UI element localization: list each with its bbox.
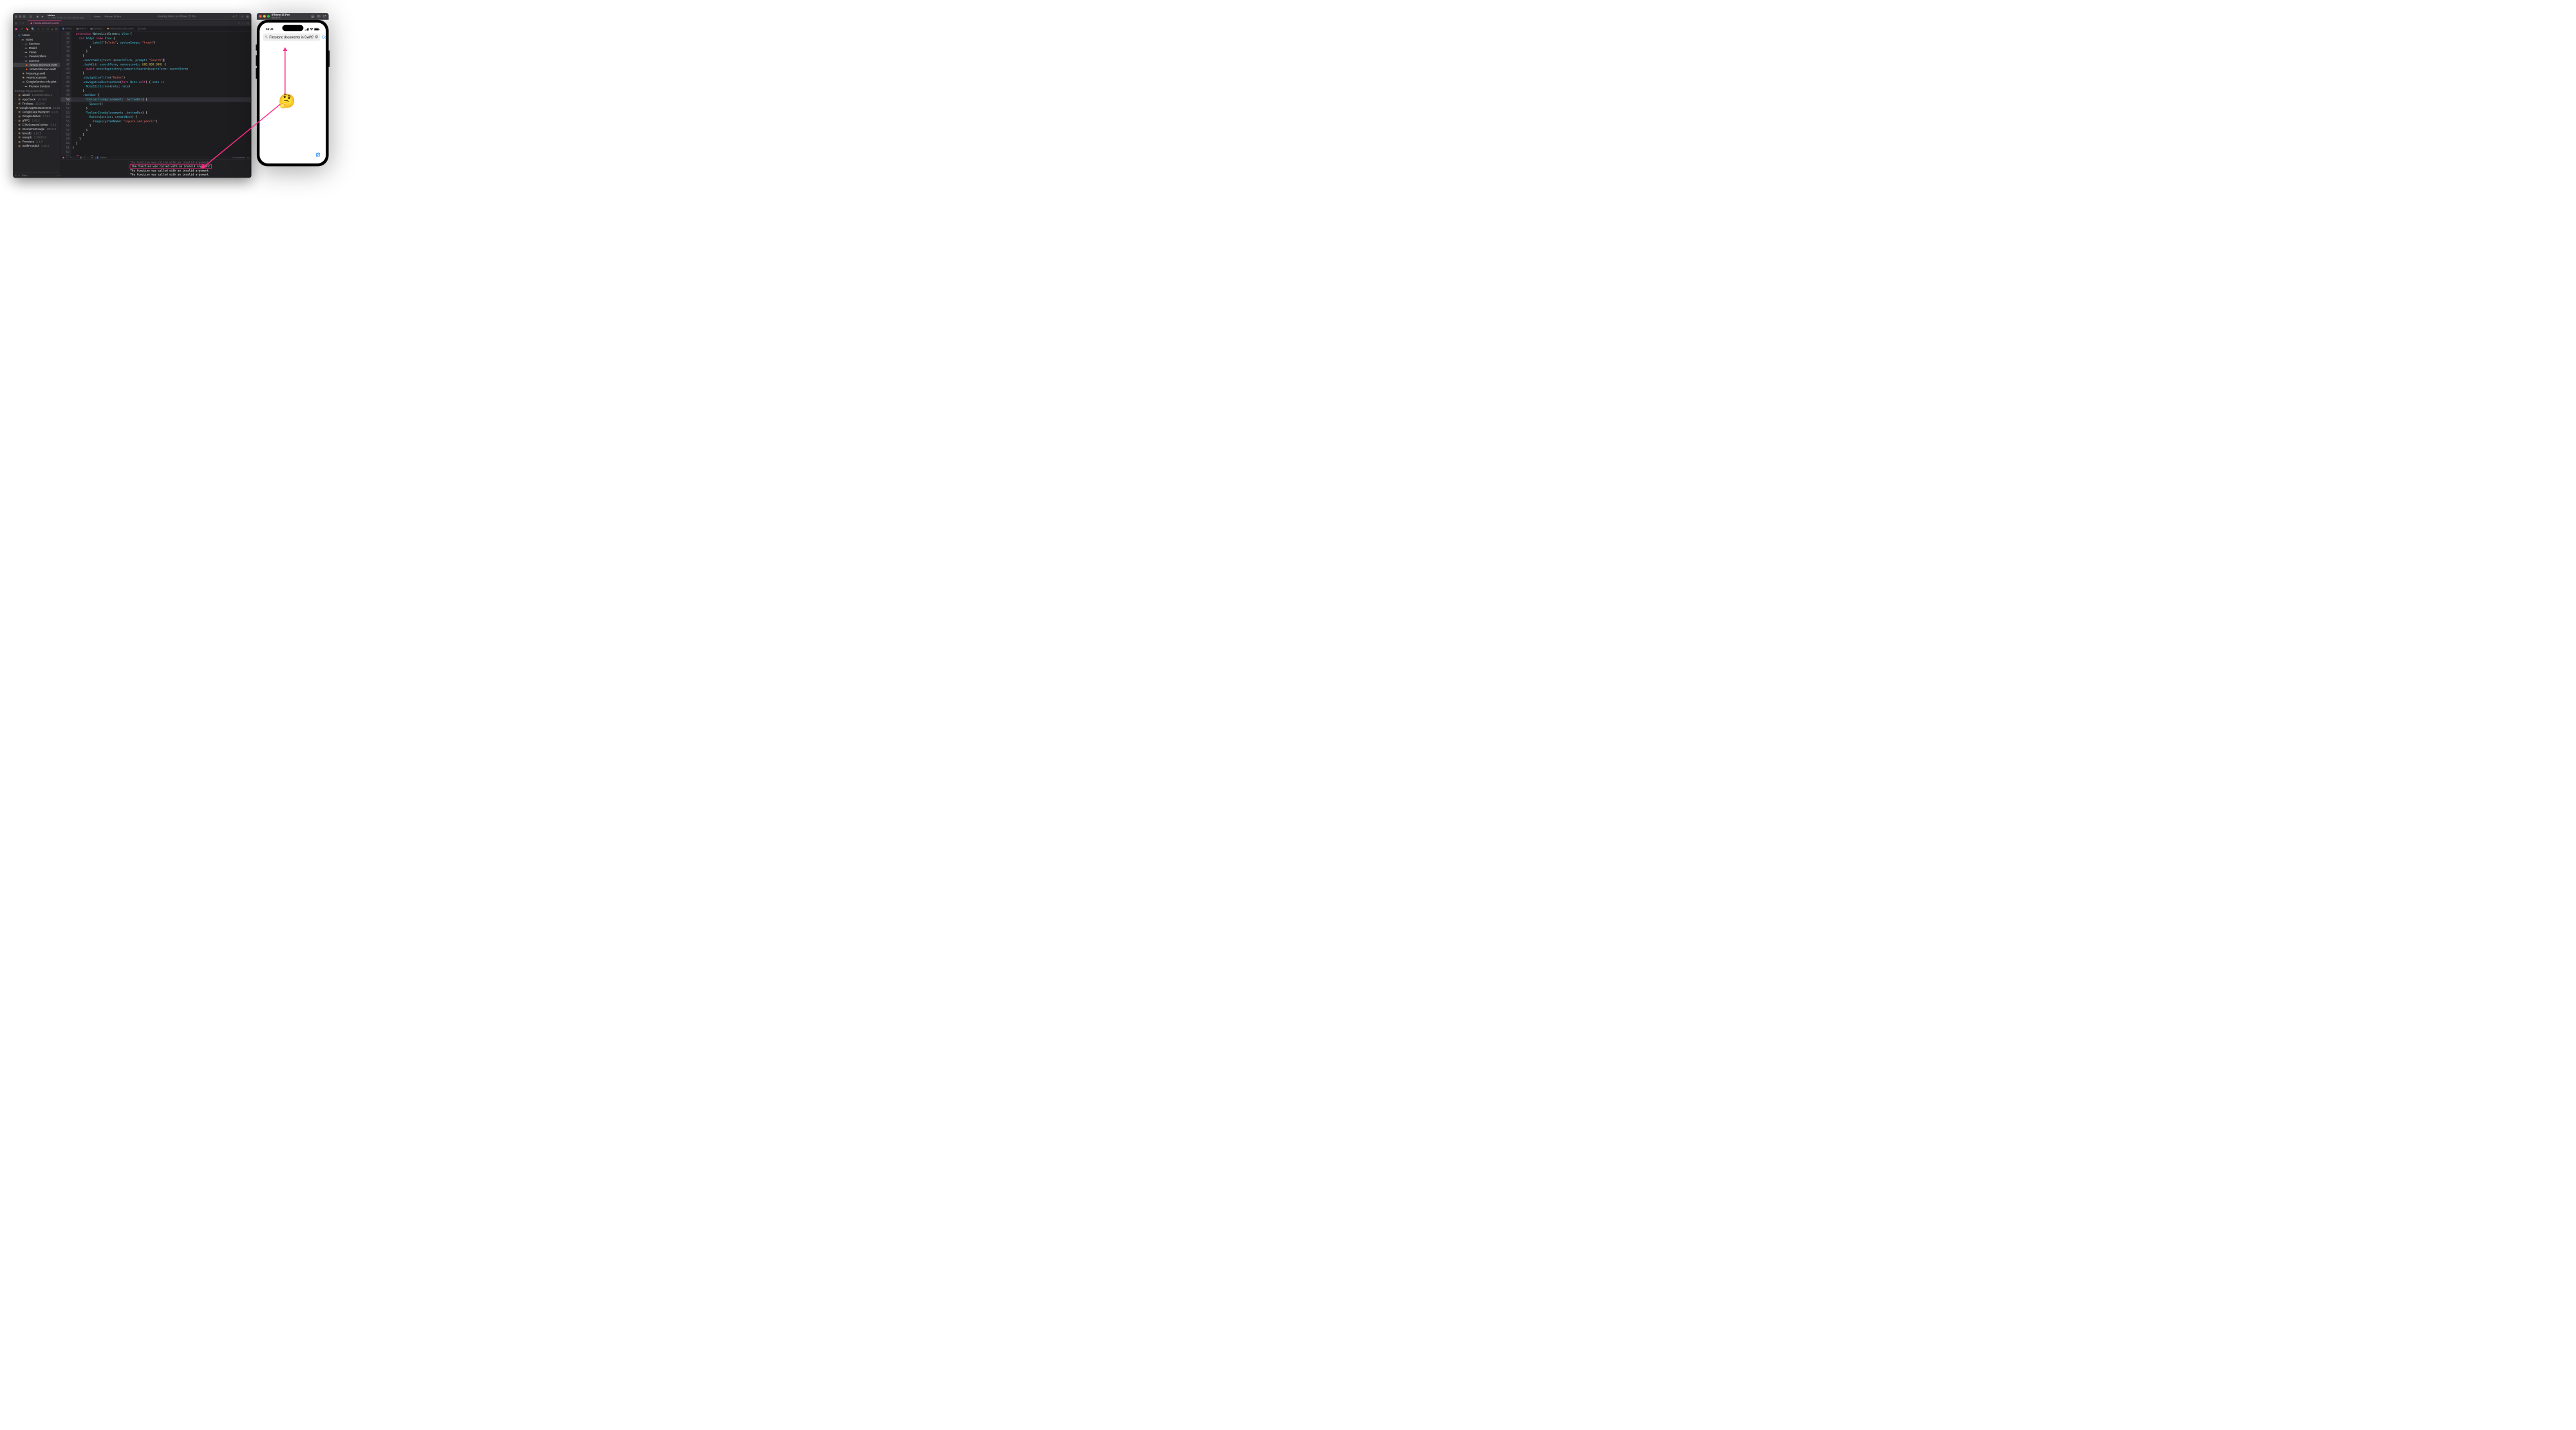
console-output[interactable]: The function was called with an invalid … bbox=[129, 159, 251, 177]
tab-bar: ▤ 〈 〉 ◆ NotesListScreen.swift ≡ ▭ ▯▯ bbox=[13, 20, 251, 26]
filter-icon[interactable]: ⌕ bbox=[19, 174, 20, 177]
window-zoom[interactable] bbox=[23, 15, 26, 18]
debug-footer: Auto⌵ ⌕ 👁 ▤ ⌕ 🗑 ▯ bbox=[61, 177, 251, 178]
debug-target[interactable]: Notes bbox=[100, 156, 107, 159]
stop-button[interactable]: ◼ bbox=[35, 15, 39, 18]
navigator-filter-input[interactable] bbox=[21, 174, 55, 177]
search-text: Firestone documents in Swift? bbox=[269, 35, 313, 39]
environment-overrides-icon[interactable]: ⛶ bbox=[88, 156, 89, 159]
cancel-button[interactable]: Cancel bbox=[322, 35, 326, 39]
toggle-breakpoints-icon[interactable]: ◆ bbox=[62, 156, 64, 159]
cellular-icon bbox=[305, 28, 309, 30]
scheme-selector[interactable]: Notes #1 • Add "Notes for iOS" sample ap… bbox=[48, 14, 90, 19]
package-item[interactable]: ›▦GTMSessionFetcher3.4.1 bbox=[13, 122, 61, 127]
side-button[interactable] bbox=[329, 50, 330, 67]
window-minimize[interactable] bbox=[263, 15, 266, 17]
dest-device[interactable]: iPhone 15 Pro bbox=[104, 15, 121, 18]
activity-text: Running Notes on iPhone 15 Pro bbox=[123, 15, 230, 17]
debug-view-hierarchy-icon[interactable]: ▦ bbox=[80, 156, 82, 159]
project-navigator-icon[interactable]: ▣ bbox=[15, 27, 17, 30]
simulator-window: iPhone 15 Pro iOS 17.4 09:41 bbox=[257, 13, 329, 166]
related-items-icon[interactable]: ▤ bbox=[15, 21, 17, 24]
search-field[interactable]: Firestone documents in Swift? bbox=[263, 33, 320, 41]
package-item[interactable]: ›▦GoogleDataTransport9.4.0 bbox=[13, 110, 61, 115]
console-line: The function was called with an invalid … bbox=[129, 172, 251, 176]
window-close[interactable] bbox=[259, 15, 262, 17]
add-target-button[interactable]: ＋ bbox=[14, 174, 17, 178]
compose-button[interactable] bbox=[315, 152, 321, 158]
window-close[interactable] bbox=[15, 15, 17, 18]
wifi-icon bbox=[310, 28, 313, 30]
project-tree[interactable]: ⌄◧Notes ⌄▬Notes ›▬Services ›▬Model ›▬Vie… bbox=[13, 32, 61, 173]
source-editor: ◧ Notes〉 ▬ Notes〉 ▬ Screens〉 ◆ NotesList… bbox=[61, 26, 251, 178]
tree-file[interactable]: ◆NoteEditScreen.swift bbox=[13, 67, 61, 71]
status-time: 09:41 bbox=[266, 28, 274, 31]
simulator-titlebar: iPhone 15 Pro iOS 17.4 bbox=[257, 13, 329, 20]
window-minimize[interactable] bbox=[19, 15, 21, 18]
pause-icon[interactable]: ‖ bbox=[66, 156, 68, 158]
debug-area: ◆ ‖ ↷ ↓ ↑ ▦ ◐ ⛶ ➤ | ◧ Notes 1 character … bbox=[61, 156, 251, 178]
source-code[interactable]: extension NotesListScreen: View { var bo… bbox=[71, 31, 252, 156]
swift-icon: ◆ bbox=[30, 22, 32, 24]
magnifying-glass-icon bbox=[265, 35, 268, 39]
thinking-emoji: 🤔 bbox=[279, 94, 295, 107]
screenshot-icon[interactable] bbox=[317, 14, 320, 19]
debug-memory-icon[interactable]: ◐ bbox=[84, 156, 86, 158]
adjust-editor-icon[interactable]: ▭ bbox=[242, 21, 245, 24]
issue-navigator-icon[interactable]: ⚠ bbox=[37, 27, 40, 30]
line-gutter[interactable]: 3536373839404142434445464748495051525354… bbox=[61, 31, 71, 156]
dest-project[interactable]: Notes bbox=[94, 15, 101, 18]
add-button[interactable]: ＋ bbox=[241, 15, 245, 19]
nav-back-icon[interactable]: 〈 bbox=[19, 21, 21, 25]
scheme-subtitle: #1 • Add "Notes for iOS" sample app bbox=[48, 17, 90, 19]
split-editor-icon[interactable]: ▯▯ bbox=[246, 21, 248, 24]
package-item[interactable]: ›▦nanopb2.30910.0 bbox=[13, 135, 61, 140]
xcode-toolbar: ▥ ◼ ▶ Notes #1 • Add "Notes for iOS" sam… bbox=[13, 13, 251, 20]
source-control-navigator-icon[interactable]: ⎇ bbox=[20, 27, 23, 30]
toggle-debug-area-icon[interactable]: ▭ bbox=[247, 156, 250, 159]
package-item[interactable]: ›▦SwiftProtobuf1.26.0 bbox=[13, 144, 61, 148]
tab-title: NotesListScreen.swift bbox=[33, 22, 59, 24]
bookmarks-navigator-icon[interactable]: 🔖 bbox=[26, 27, 29, 30]
step-over-icon[interactable]: ↷ bbox=[70, 156, 71, 159]
recent-filter-icon[interactable]: ◔ bbox=[57, 174, 59, 176]
tree-folder[interactable]: ›▬ViewModifiers bbox=[13, 54, 61, 59]
window-traffic-lights[interactable] bbox=[259, 15, 270, 17]
test-navigator-icon[interactable]: ◇ bbox=[42, 27, 44, 30]
simulate-location-icon[interactable]: ➤ bbox=[91, 156, 93, 159]
window-traffic-lights[interactable] bbox=[15, 15, 25, 18]
editor-tab[interactable]: ◆ NotesListScreen.swift bbox=[28, 20, 62, 26]
navigator-pane: ▣ ⎇ 🔖 🔍 ⚠ ◇ ⎋ ◂ ▤ ⌄◧Notes ⌄▬Notes ›▬Serv… bbox=[13, 26, 61, 178]
console-line: The function was called with an invalid … bbox=[129, 160, 251, 164]
xcode-window: ▥ ◼ ▶ Notes #1 • Add "Notes for iOS" sam… bbox=[13, 13, 251, 178]
warnings-badge[interactable]: ⚠ 2 bbox=[232, 15, 237, 18]
external-display-icon[interactable] bbox=[322, 14, 326, 19]
activity-viewer[interactable]: Notes 〉 iPhone 15 Pro Running Notes on i… bbox=[91, 14, 239, 19]
report-navigator-icon[interactable]: ▤ bbox=[55, 27, 58, 30]
navigator-selector[interactable]: ▣ ⎇ 🔖 🔍 ⚠ ◇ ⎋ ◂ ▤ bbox=[13, 26, 61, 32]
debug-navigator-icon[interactable]: ⎋ bbox=[46, 27, 48, 30]
breakpoint-navigator-icon[interactable]: ◂ bbox=[51, 27, 53, 30]
jump-bar[interactable]: ◧ Notes〉 ▬ Notes〉 ▬ Screens〉 ◆ NotesList… bbox=[61, 26, 251, 32]
toggle-navigator-icon[interactable]: ▥ bbox=[29, 15, 33, 18]
window-zoom[interactable] bbox=[267, 15, 270, 17]
find-navigator-icon[interactable]: 🔍 bbox=[32, 27, 35, 30]
debug-status: 1 character bbox=[232, 156, 245, 158]
run-button[interactable]: ▶ bbox=[41, 15, 44, 18]
variables-view[interactable] bbox=[61, 159, 129, 177]
package-deps-header: Package Dependencies bbox=[13, 88, 61, 93]
editor-options-icon[interactable]: ≡ bbox=[238, 22, 239, 24]
package-item[interactable]: ›▦GoogleAppMeasurement10.24.0 bbox=[13, 106, 61, 110]
dynamic-island bbox=[282, 25, 303, 32]
navigator-filter-bar: ＋ ⌕ ◔ ▭ bbox=[13, 172, 61, 178]
battery-icon bbox=[314, 28, 320, 30]
console-line-highlighted: The function was called with an invalid … bbox=[130, 164, 212, 169]
step-into-icon[interactable]: ↓ bbox=[73, 156, 75, 158]
simulator-os-subtitle: iOS 17.4 bbox=[272, 17, 290, 19]
library-button[interactable]: ▦ bbox=[246, 15, 250, 18]
nav-fwd-icon[interactable]: 〉 bbox=[23, 21, 25, 25]
clear-search-icon[interactable] bbox=[315, 35, 318, 40]
step-out-icon[interactable]: ↑ bbox=[77, 156, 78, 158]
home-icon[interactable] bbox=[311, 14, 314, 19]
